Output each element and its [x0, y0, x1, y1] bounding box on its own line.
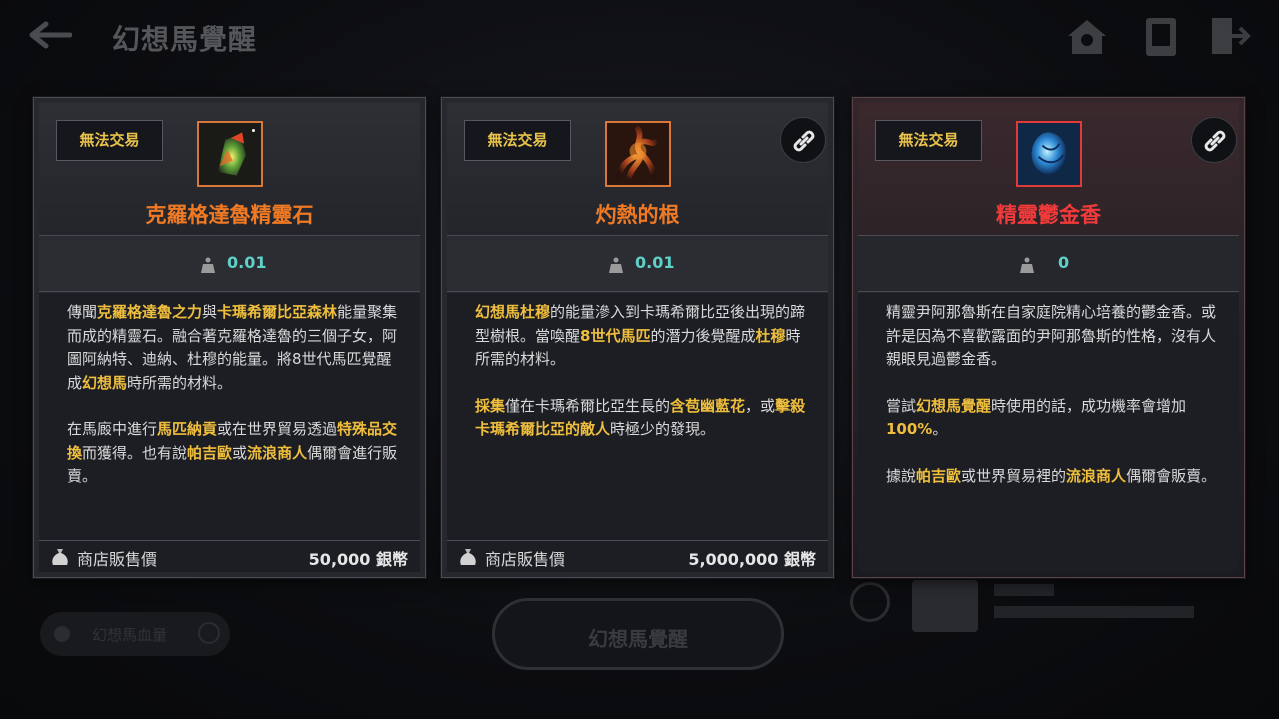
- link-button[interactable]: [1191, 117, 1237, 163]
- description-text: 或: [232, 443, 248, 462]
- highlighted-keyword: 克羅格達魯之力: [97, 303, 203, 321]
- shop-price-row: 商店販售價 50,000 銀幣: [39, 540, 420, 572]
- money-bag-icon: [460, 549, 476, 565]
- shop-price-label: 商店販售價: [485, 550, 566, 569]
- chain-link-icon: [793, 130, 815, 152]
- description-text: 時極少的發現。: [610, 420, 716, 438]
- untradeable-tag: 無法交易: [56, 120, 163, 161]
- description-text: 或世界貿易裡的: [961, 466, 1067, 485]
- untradeable-tag: 無法交易: [875, 120, 982, 161]
- burning-root-icon: [604, 121, 671, 187]
- item-description: 精靈尹阿那魯斯在自家庭院精心培養的鬱金香。或許是因為不喜歡露面的尹阿那魯斯的性格…: [858, 293, 1239, 572]
- background-text-line: [994, 584, 1054, 596]
- page-title: 幻想馬覺醒: [112, 23, 258, 56]
- description-paragraph: 幻想馬杜穆的能量滲入到卡瑪希爾比亞後出現的蹄型樹根。當喚醒8世代馬匹的潛力後覺醒…: [475, 301, 808, 372]
- weight-value: 0.01: [635, 253, 675, 272]
- shop-price-row: 商店販售價 5,000,000 銀幣: [447, 540, 828, 572]
- background-item-thumbnail: [912, 580, 978, 632]
- highlighted-keyword: 採集: [475, 396, 506, 415]
- highlighted-keyword: 馬匹納貢: [157, 420, 218, 438]
- card-header: 無法交易 精靈鬱金香: [858, 103, 1239, 236]
- link-button[interactable]: [780, 117, 826, 163]
- item-name: 灼熱的根: [595, 203, 680, 227]
- description-paragraph: 據說帕吉歐或世界貿易裡的流浪商人偶爾會販賣。: [886, 465, 1219, 489]
- highlighted-keyword: 8世代馬匹: [580, 326, 651, 345]
- background-text-line: [994, 606, 1194, 618]
- highlighted-keyword: 幻想馬: [82, 373, 128, 392]
- shop-price-value: 50,000 銀幣: [308, 550, 408, 569]
- item-description: 傳聞克羅格達魯之力與卡瑪希爾比亞森林能量聚集而成的精靈石。融合著克羅格達魯的三個…: [39, 293, 420, 541]
- item-tooltip-card: 無法交易 克羅格達魯精靈石 0.01 傳聞克羅格達魯之力與卡瑪希爾比亞森林能量聚…: [33, 97, 426, 578]
- top-bar: 幻想馬覺醒: [0, 0, 1279, 72]
- description-text: 而獲得。也有說: [82, 443, 188, 462]
- chain-link-icon: [1204, 130, 1226, 152]
- highlighted-keyword: 流浪商人: [1066, 466, 1127, 485]
- highlighted-keyword: 帕吉歐: [916, 466, 962, 485]
- item-description: 幻想馬杜穆的能量滲入到卡瑪希爾比亞後出現的蹄型樹根。當喚醒8世代馬匹的潛力後覺醒…: [447, 293, 828, 541]
- weight-row: 0.01: [447, 237, 828, 292]
- item-tooltip-card: 無法交易 灼熱的根 0.01 幻想馬杜穆的能量滲入到卡瑪希爾比亞後出現的蹄型樹根…: [441, 97, 834, 578]
- refresh-icon: [198, 622, 220, 644]
- highlighted-keyword: 幻想馬覺醒: [916, 396, 992, 415]
- highlighted-keyword: 含苞幽藍花: [670, 396, 746, 415]
- description-text: 與: [202, 303, 218, 321]
- pill-dot-icon: [54, 626, 70, 642]
- description-text: 。: [932, 420, 948, 438]
- item-tooltip-card: 無法交易 精靈鬱金香 0 精靈尹阿那魯斯在自家庭院精心培養的鬱金香。或許是因為不…: [852, 97, 1245, 578]
- description-text: 傳聞: [67, 303, 98, 321]
- highlighted-keyword: 杜穆: [755, 326, 786, 345]
- weight-row: 0: [858, 237, 1239, 292]
- blue-spirit-tulip-icon: [1015, 121, 1082, 187]
- highlighted-keyword: 帕吉歐: [187, 443, 233, 462]
- item-name: 克羅格達魯精靈石: [145, 203, 314, 227]
- description-text: 偶爾會販賣。: [1126, 466, 1217, 485]
- exit-icon[interactable]: [1206, 14, 1252, 58]
- description-paragraph: 在馬廄中進行馬匹納貢或在世界貿易透過特殊品交換而獲得。也有說帕吉歐或流浪商人偶爾…: [67, 418, 400, 489]
- description-text: 在馬廄中進行: [67, 420, 158, 438]
- card-book-icon[interactable]: [1138, 14, 1184, 58]
- description-text: 僅在卡瑪希爾比亞生長的: [505, 396, 671, 415]
- weight-row: 0.01: [39, 237, 420, 292]
- weight-icon: [1020, 257, 1034, 273]
- description-text: 時所需的材料。: [127, 373, 233, 392]
- item-name: 精靈鬱金香: [996, 203, 1101, 227]
- shop-price-label: 商店販售價: [77, 550, 158, 569]
- check-circle-icon: [850, 582, 890, 622]
- card-header: 無法交易 克羅格達魯精靈石: [39, 103, 420, 236]
- background-pill-label: 幻想馬血量: [92, 626, 168, 644]
- untradeable-tag: 無法交易: [464, 120, 571, 161]
- weight-value: 0: [1058, 253, 1070, 272]
- weight-icon: [201, 257, 215, 273]
- description-paragraph: 嘗試幻想馬覺醒時使用的話，成功機率會增加 100%。: [886, 395, 1219, 442]
- awaken-button: 幻想馬覺醒: [492, 598, 784, 670]
- description-text: 嘗試: [886, 396, 917, 415]
- description-text: 據說: [886, 466, 917, 485]
- green-red-spirit-stone-icon: [196, 121, 263, 187]
- weight-icon: [609, 257, 623, 273]
- description-paragraph: 傳聞克羅格達魯之力與卡瑪希爾比亞森林能量聚集而成的精靈石。融合著克羅格達魯的三個…: [67, 301, 400, 395]
- awaken-button-label: 幻想馬覺醒: [588, 627, 688, 651]
- description-text: ，或: [745, 396, 776, 415]
- description-text: 精靈尹阿那魯斯在自家庭院精心培養的鬱金香。或許是因為不喜歡露面的尹阿那魯斯的性格…: [886, 303, 1217, 368]
- description-paragraph: 精靈尹阿那魯斯在自家庭院精心培養的鬱金香。或許是因為不喜歡露面的尹阿那魯斯的性格…: [886, 301, 1219, 372]
- weight-value: 0.01: [227, 253, 267, 272]
- shop-price-value: 5,000,000 銀幣: [688, 550, 816, 569]
- highlighted-keyword: 幻想馬杜穆: [475, 303, 551, 321]
- background-pill: 幻想馬血量: [40, 612, 230, 656]
- stable-icon[interactable]: [1064, 14, 1110, 58]
- money-bag-icon: [52, 549, 68, 565]
- description-text: 或在世界貿易透過: [217, 420, 338, 438]
- highlighted-keyword: 流浪商人: [247, 443, 308, 462]
- description-paragraph: 採集僅在卡瑪希爾比亞生長的含苞幽藍花，或擊殺卡瑪希爾比亞的敵人時極少的發現。: [475, 395, 808, 442]
- highlighted-keyword: 卡瑪希爾比亞森林: [217, 303, 338, 321]
- highlighted-keyword: 100%: [886, 420, 933, 438]
- back-arrow-icon[interactable]: [26, 20, 72, 50]
- description-text: 時使用的話，成功機率會增加: [991, 396, 1187, 415]
- description-text: 的潛力後覺醒成: [650, 326, 756, 345]
- card-header: 無法交易 灼熱的根: [447, 103, 828, 236]
